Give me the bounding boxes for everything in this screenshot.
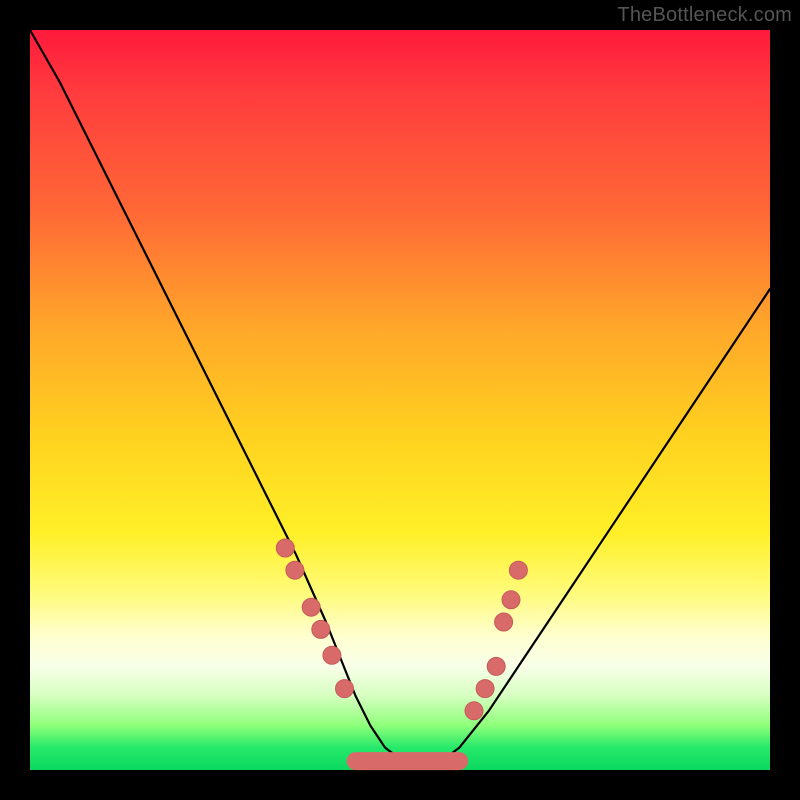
- marker-dot: [286, 561, 304, 579]
- bottleneck-curve: [30, 30, 770, 763]
- curve-line: [30, 30, 770, 763]
- marker-dot: [465, 702, 483, 720]
- marker-dot: [336, 680, 354, 698]
- plot-area: [30, 30, 770, 770]
- marker-dot: [312, 620, 330, 638]
- marker-dot: [487, 657, 505, 675]
- watermark-text: TheBottleneck.com: [617, 4, 792, 27]
- marker-dot: [509, 561, 527, 579]
- marker-dot: [502, 591, 520, 609]
- marker-dot: [476, 680, 494, 698]
- markers-right: [465, 561, 527, 720]
- curve-svg: [30, 30, 770, 770]
- marker-dot: [323, 646, 341, 664]
- marker-dot: [302, 598, 320, 616]
- markers-left: [276, 539, 353, 698]
- marker-dot: [276, 539, 294, 557]
- chart-frame: TheBottleneck.com: [0, 0, 800, 800]
- marker-dot: [495, 613, 513, 631]
